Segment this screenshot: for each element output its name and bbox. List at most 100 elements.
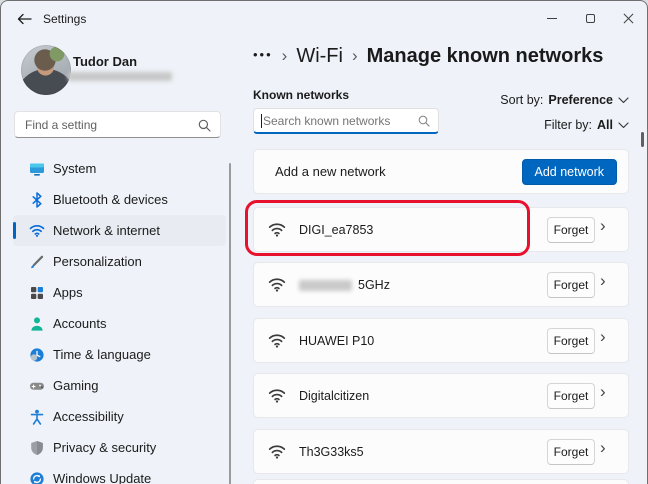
sidebar-scrollbar[interactable] — [229, 163, 231, 484]
sidebar-item-label: Network & internet — [53, 223, 160, 238]
add-network-button[interactable]: Add network — [521, 159, 617, 185]
breadcrumb-ellipsis-button[interactable]: ••• — [253, 47, 273, 66]
system-icon — [29, 161, 45, 177]
breadcrumb-wifi[interactable]: Wi-Fi — [296, 45, 343, 68]
chevron-separator-icon: › — [281, 45, 288, 65]
sidebar-item-gaming[interactable]: Gaming — [13, 370, 226, 401]
sidebar-item-personalization[interactable]: Personalization — [13, 246, 226, 277]
network-searchbox[interactable] — [253, 108, 439, 134]
user-avatar[interactable] — [21, 45, 71, 95]
sidebar-item-accounts[interactable]: Accounts — [13, 308, 226, 339]
sidebar-item-label: Personalization — [53, 254, 142, 269]
forget-button[interactable]: Forget — [547, 439, 595, 465]
forget-button[interactable]: Forget — [547, 328, 595, 354]
add-network-card: Add a new network Add network — [253, 149, 629, 194]
chevron-down-icon — [618, 96, 629, 103]
back-arrow-icon — [17, 13, 32, 25]
sort-by-value: Preference — [548, 93, 613, 107]
sidebar-item-network-internet[interactable]: Network & internet — [13, 215, 226, 246]
chevron-down-icon — [618, 121, 629, 128]
accessibility-icon — [29, 409, 45, 425]
network-row-th3g33ks5[interactable]: Th3G33ks5 Forget › — [253, 429, 629, 474]
wifi-icon — [268, 445, 286, 459]
sidebar-item-privacy-security[interactable]: Privacy & security — [13, 432, 226, 463]
network-row-redacted-5ghz[interactable]: 5GHz Forget › — [253, 262, 629, 307]
find-setting-input[interactable] — [15, 112, 220, 137]
gaming-icon — [29, 378, 45, 394]
sidebar-nav: System Bluetooth & devices Network & int… — [13, 153, 226, 484]
minimize-button[interactable] — [533, 1, 571, 35]
personalization-icon — [29, 254, 45, 270]
sidebar-item-apps[interactable]: Apps — [13, 277, 226, 308]
forget-button[interactable]: Forget — [547, 272, 595, 298]
sidebar-item-bluetooth[interactable]: Bluetooth & devices — [13, 184, 226, 215]
chevron-right-icon[interactable]: › — [600, 438, 606, 458]
filter-by-label: Filter by: — [544, 118, 593, 132]
wifi-icon — [268, 389, 286, 403]
selected-accent-bar — [13, 222, 16, 239]
apps-icon — [29, 285, 45, 301]
sidebar-item-label: Accounts — [53, 316, 107, 331]
sidebar-item-label: System — [53, 161, 97, 176]
close-button[interactable] — [609, 1, 647, 35]
titlebar: Settings — [1, 1, 647, 37]
accounts-icon — [29, 316, 45, 332]
add-network-label: Add a new network — [275, 164, 386, 179]
known-networks-label: Known networks — [253, 88, 350, 102]
search-icon — [198, 119, 211, 132]
user-email-redacted — [68, 72, 172, 81]
redacted-name-blur — [299, 280, 352, 291]
settings-window: Settings Tudor Dan System — [0, 0, 648, 484]
chevron-right-icon[interactable]: › — [600, 216, 606, 236]
forget-button[interactable]: Forget — [547, 383, 595, 409]
sidebar-item-label: Windows Update — [53, 471, 152, 484]
find-setting-searchbox[interactable] — [14, 111, 221, 138]
user-name: Tudor Dan — [73, 54, 138, 69]
sidebar-item-system[interactable]: System — [13, 153, 226, 184]
wifi-icon — [268, 334, 286, 348]
sidebar-item-time-language[interactable]: Time & language — [13, 339, 226, 370]
sidebar-item-label: Apps — [53, 285, 83, 300]
minimize-icon — [547, 17, 557, 19]
forget-button[interactable]: Forget — [547, 217, 595, 243]
network-name: Digitalcitizen — [299, 389, 370, 403]
maximize-icon — [585, 13, 595, 23]
main-scrollbar[interactable] — [641, 132, 644, 147]
network-row-partial — [253, 479, 629, 484]
sidebar-item-label: Privacy & security — [53, 440, 157, 455]
chevron-right-icon[interactable]: › — [600, 271, 606, 291]
network-row-digitalcitizen[interactable]: Digitalcitizen Forget › — [253, 373, 629, 418]
chevron-right-icon[interactable]: › — [600, 327, 606, 347]
text-caret — [261, 114, 262, 128]
sidebar-item-label: Time & language — [53, 347, 151, 362]
network-search-input[interactable] — [254, 109, 438, 132]
wifi-icon — [29, 223, 45, 239]
sort-by-dropdown[interactable]: Sort by: Preference — [500, 93, 629, 107]
network-name: HUAWEI P10 — [299, 334, 375, 348]
chevron-separator-icon: › — [351, 45, 358, 65]
filter-by-dropdown[interactable]: Filter by: All — [544, 118, 629, 132]
maximize-button[interactable] — [571, 1, 609, 35]
bluetooth-icon — [29, 191, 45, 208]
sort-by-label: Sort by: — [500, 93, 544, 107]
sidebar-item-accessibility[interactable]: Accessibility — [13, 401, 226, 432]
sidebar-item-label: Gaming — [53, 378, 99, 393]
sidebar-item-label: Bluetooth & devices — [53, 192, 168, 207]
close-icon — [623, 13, 634, 24]
sidebar-item-windows-update[interactable]: Windows Update — [13, 463, 226, 484]
network-row-digi[interactable]: DIGI_ea7853 Forget › — [253, 207, 629, 252]
privacy-shield-icon — [29, 440, 45, 456]
wifi-icon — [268, 278, 286, 292]
main-content: ••• › Wi-Fi › Manage known networks Know… — [245, 37, 647, 484]
back-button[interactable] — [9, 4, 39, 34]
filter-by-value: All — [597, 118, 613, 132]
sidebar-item-label: Accessibility — [53, 409, 124, 424]
wifi-icon — [268, 223, 286, 237]
window-title: Settings — [43, 12, 87, 26]
page-title: Manage known networks — [366, 45, 604, 67]
network-row-huawei[interactable]: HUAWEI P10 Forget › — [253, 318, 629, 363]
search-icon — [418, 115, 430, 127]
chevron-right-icon[interactable]: › — [600, 382, 606, 402]
breadcrumb: ••• › Wi-Fi › Manage known networks — [253, 45, 603, 68]
network-name: Th3G33ks5 — [299, 445, 364, 459]
